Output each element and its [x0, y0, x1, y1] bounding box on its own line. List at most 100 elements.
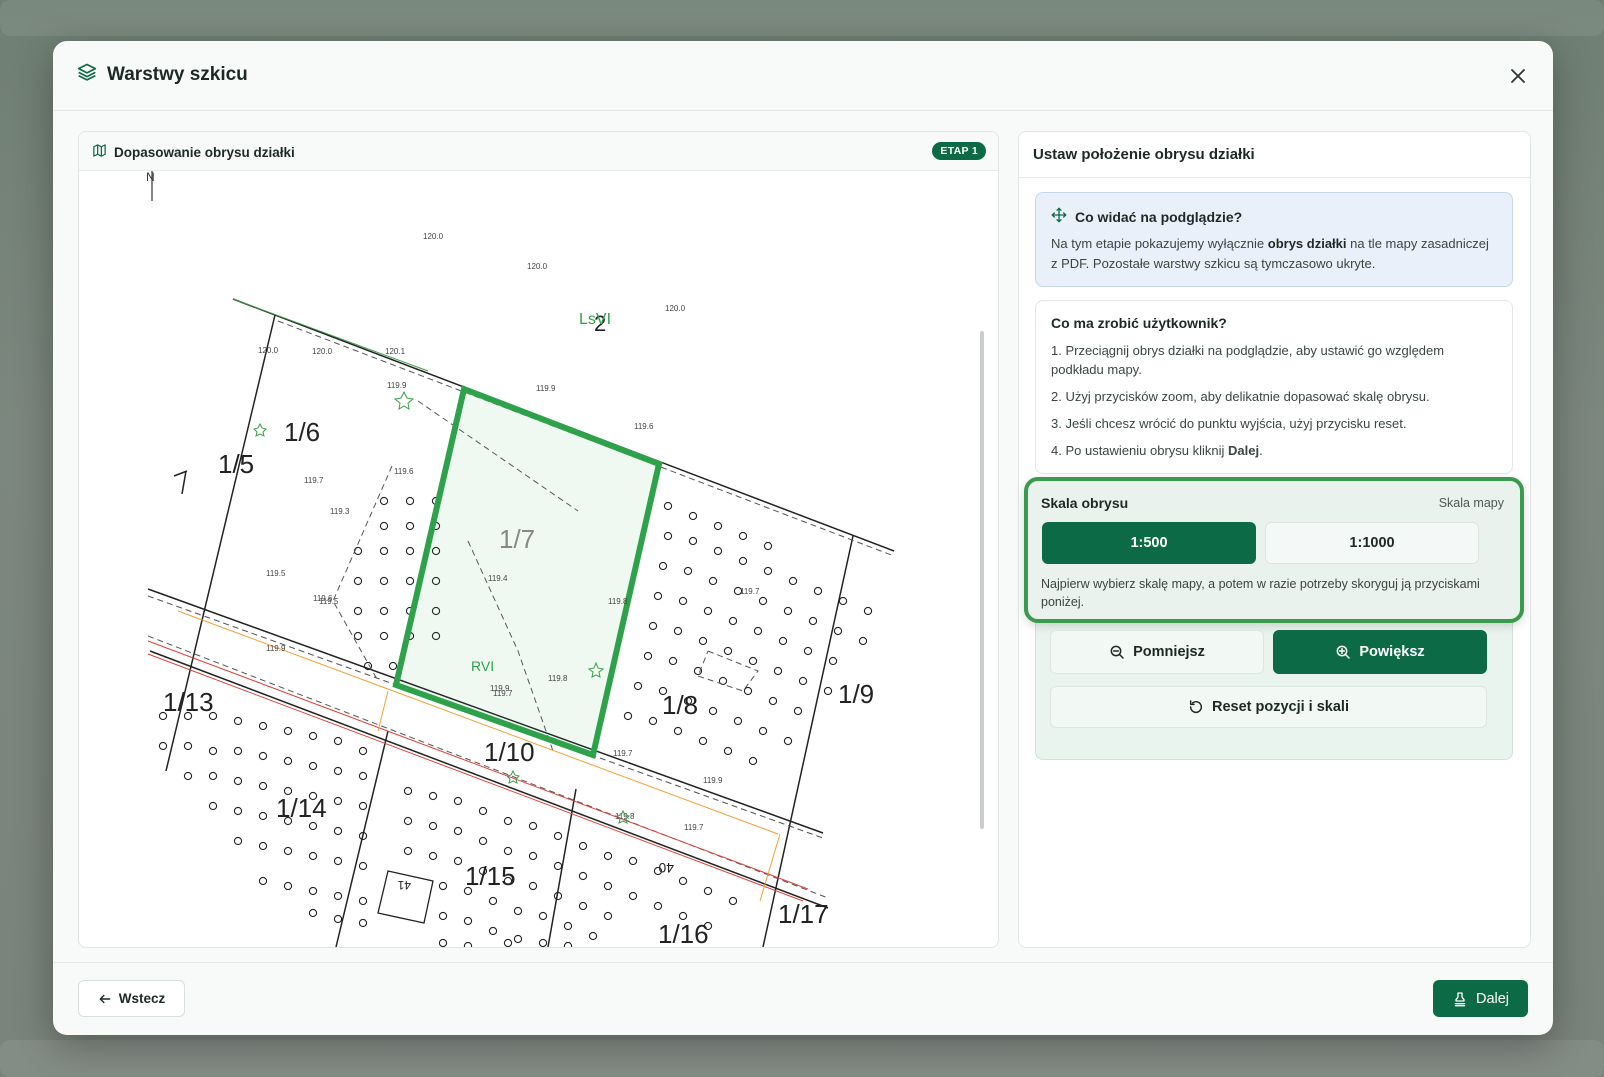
orchard-circle [603, 881, 613, 891]
modal-footer: Wstecz Dalej [53, 962, 1553, 1035]
next-button[interactable]: Dalej [1433, 980, 1528, 1017]
orchard-circle [788, 576, 798, 586]
orchard-circle [648, 716, 658, 726]
orchard-circle [578, 901, 588, 911]
orchard-circle [183, 741, 193, 751]
zoom-out-button[interactable]: Pomniejsz [1050, 630, 1264, 674]
layers-icon [77, 62, 97, 88]
step-4-end: . [1259, 443, 1263, 458]
orchard-circle [208, 746, 218, 756]
map-preview-canvas[interactable]: N 1/5 1/6 1/7 1/8 1/9 1/10 1/13 1/14 1/1… [88, 171, 986, 947]
height-label: 119.6 [394, 467, 414, 476]
orchard-circle [333, 766, 343, 776]
orchard-circle [358, 746, 368, 756]
orchard-circle [379, 606, 389, 616]
orchard-circle [353, 606, 363, 616]
orchard-circle [403, 816, 413, 826]
orchard-circle [478, 836, 488, 846]
orchard-circle [803, 646, 813, 656]
orchard-circle [553, 861, 563, 871]
map-panel-title: Dopasowanie obrysu działki [92, 143, 295, 161]
orchard-circle [628, 856, 638, 866]
orchard-circle [379, 521, 389, 531]
orchard-circle [488, 896, 498, 906]
back-button[interactable]: Wstecz [78, 980, 185, 1017]
map-panel: Dopasowanie obrysu działki ETAP 1 N 1/5 … [78, 131, 999, 948]
orchard-circle [463, 941, 473, 947]
height-label: 119.3 [330, 507, 350, 516]
orchard-circle [748, 756, 758, 766]
orchard-circle [708, 706, 718, 716]
step-item: 3. Jeśli chcesz wrócić do punktu wyjścia… [1051, 416, 1407, 431]
plot-label-1-9: 1/9 [838, 679, 874, 709]
orchard-circle [783, 606, 793, 616]
orchard-circle [838, 596, 848, 606]
orchard-circle [708, 576, 718, 586]
orchard-circle [258, 841, 268, 851]
orchard-circle [405, 521, 415, 531]
orchard-circle [538, 911, 548, 921]
orchard-circle [628, 891, 638, 901]
modal-title-text: Warstwy szkicu [107, 64, 248, 85]
orchard-circle [379, 496, 389, 506]
orchard-circle [738, 556, 748, 566]
orchard-circle [703, 886, 713, 896]
instructions-panel: Ustaw położenie obrysu działki Co widać … [1018, 131, 1531, 948]
orchard-circle [453, 856, 463, 866]
map-scrollbar[interactable] [980, 331, 984, 829]
orchard-circle [728, 616, 738, 626]
map-panel-title-text: Dopasowanie obrysu działki [114, 144, 295, 160]
close-button[interactable] [1505, 63, 1531, 89]
orchard-circle [379, 546, 389, 556]
modal-title: Warstwy szkicu [77, 62, 248, 88]
orchard-circle [463, 916, 473, 926]
orchard-circle [403, 846, 413, 856]
plot-label-1-13: 1/13 [163, 687, 214, 717]
orchard-circle [208, 801, 218, 811]
preview-info-text-1: Na tym etapie pokazujemy wyłącznie [1051, 236, 1268, 251]
orchard-circle [863, 606, 873, 616]
height-label: 120.0 [423, 232, 444, 241]
orchard-circle [333, 914, 343, 924]
user-steps-list: 1. Przeciągnij obrys działki na podglądz… [1051, 341, 1497, 460]
orchard-circle [453, 796, 463, 806]
orchard-circle [258, 876, 268, 886]
orchard-circle [258, 781, 268, 791]
orchard-circle [808, 616, 818, 626]
orchard-circle [403, 786, 413, 796]
scale-1-500-button[interactable]: 1:500 [1042, 522, 1256, 564]
orchard-circle [768, 696, 778, 706]
step-item: 4. Po ustawieniu obrysu kliknij Dalej. [1051, 441, 1497, 460]
orchard-circle [603, 911, 613, 921]
orchard-circle [698, 636, 708, 646]
height-label: 119.9 [536, 384, 556, 393]
orchard-circle [748, 656, 758, 666]
building-number-41: 41 [397, 878, 411, 892]
orchard-circle [308, 761, 318, 771]
orchard-circle [528, 881, 538, 891]
orchard-circle [563, 941, 573, 947]
scale-1-1000-button[interactable]: 1:1000 [1265, 522, 1479, 564]
height-label: 119.7 [613, 749, 633, 758]
orchard-circle [753, 626, 763, 636]
orchard-circle [183, 771, 193, 781]
map-scale-label: Skala mapy [1438, 496, 1504, 510]
reset-button[interactable]: Reset pozycji i skali [1050, 686, 1487, 728]
user-steps-box: Co ma zrobić użytkownik? 1. Przeciągnij … [1035, 300, 1513, 474]
orchard-circle [358, 861, 368, 871]
orchard-circle [308, 851, 318, 861]
orchard-circle [283, 881, 293, 891]
orchard-circle [388, 661, 398, 671]
scale-hint: Najpierw wybierz skalę mapy, a potem w r… [1041, 577, 1480, 609]
orchard-circle [653, 901, 663, 911]
orchard-circle [258, 811, 268, 821]
orchard-circle [528, 851, 538, 861]
orchard-circle [258, 721, 268, 731]
parcel-outline-overlay[interactable] [392, 384, 663, 759]
orchard-circle [283, 756, 293, 766]
orchard-circle [353, 576, 363, 586]
zoom-in-button[interactable]: Powiększ [1273, 630, 1487, 674]
orchard-circle [513, 906, 523, 916]
orchard-circle [453, 826, 463, 836]
orchard-circle [478, 806, 488, 816]
